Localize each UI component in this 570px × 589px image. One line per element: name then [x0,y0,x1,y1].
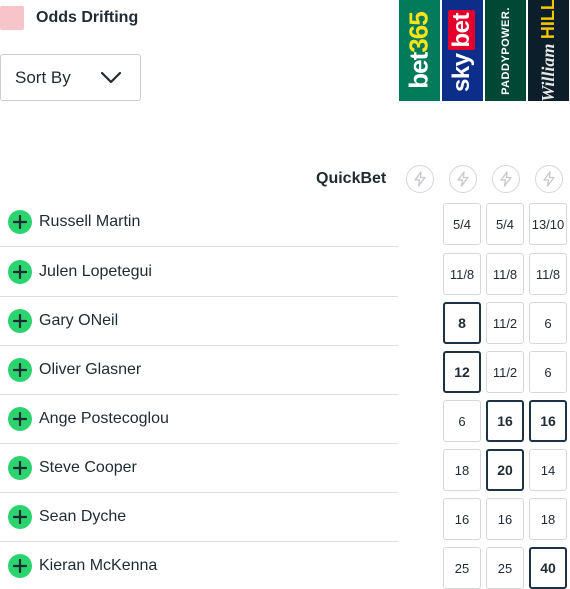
quickbet-toggle-4[interactable] [535,165,563,193]
odds-button[interactable]: 11/8 [486,253,524,295]
add-selection-button[interactable] [8,260,32,284]
add-selection-button[interactable] [8,456,32,480]
odds-button[interactable]: 11/8 [443,253,481,295]
odds-button[interactable]: 6 [443,400,481,442]
odds-button[interactable]: 5/4 [486,203,524,245]
odds-button[interactable]: 16 [486,498,524,540]
odds-drifting-legend: Odds Drifting [0,6,138,30]
plus-icon [13,412,27,426]
skybet-logo-accent: bet [448,9,476,50]
odds-button[interactable]: 6 [529,351,567,393]
add-selection-button[interactable] [8,358,32,382]
runner-name: Ange Postecoglou [39,410,169,427]
plus-icon [13,215,27,229]
runner-row: Julen Lopetegui 11/8 11/8 11/8 [0,248,570,297]
runner-row: Kieran McKenna 25 25 40 [0,542,570,589]
runner-name: Oliver Glasner [39,361,142,378]
odds-button[interactable]: 6 [529,302,567,344]
add-selection-button[interactable] [8,309,32,333]
quickbet-label: QuickBet [316,170,387,187]
odds-button[interactable]: 16 [443,498,481,540]
runner-name: Gary ONeil [39,312,119,329]
skybet-logo[interactable]: skybet [442,0,483,101]
odds-drifting-label: Odds Drifting [36,9,139,26]
bet365-logo-accent: 365 [404,12,435,53]
quickbet-toggle-3[interactable] [492,165,520,193]
runner-row: Steve Cooper 18 20 14 [0,444,570,493]
plus-icon [13,461,27,475]
runner-name: Steve Cooper [39,459,137,476]
runner-name: Kieran McKenna [39,557,158,574]
odds-button[interactable]: 16 [529,400,567,442]
odds-button[interactable]: 20 [486,449,524,491]
quickbet-toggle-1[interactable] [406,165,434,193]
bet365-logo-text: bet365 [404,12,435,88]
odds-button[interactable]: 11/2 [486,302,524,344]
odds-button[interactable]: 25 [486,547,524,589]
odds-button[interactable]: 40 [529,547,567,589]
bet365-logo[interactable]: bet365 [399,0,440,101]
chevron-down-icon [100,71,122,83]
odds-button[interactable]: 11/8 [529,253,567,295]
plus-icon [13,559,27,573]
odds-button[interactable]: 14 [529,449,567,491]
lightning-icon [500,171,512,187]
williamhill-logo-accent: HILL [538,0,558,40]
odds-drifting-swatch [0,6,24,30]
plus-icon [13,363,27,377]
runner-row: Russell Martin 5/4 5/4 13/10 [0,198,570,247]
runner-row: Sean Dyche 16 16 18 [0,493,570,542]
runner-row: Gary ONeil 8 11/2 6 [0,297,570,346]
lightning-icon [414,171,426,187]
odds-button[interactable]: 5/4 [443,203,481,245]
williamhill-logo-text: William HILL [538,0,559,101]
runner-name: Russell Martin [39,213,141,230]
odds-button[interactable]: 18 [443,449,481,491]
odds-button[interactable]: 13/10 [529,203,567,245]
plus-icon [13,265,27,279]
runner-name: Sean Dyche [39,508,127,525]
sort-by-label: Sort By [15,67,71,87]
sort-by-dropdown[interactable]: Sort By [0,54,141,101]
williamhill-logo-main: William [538,43,558,101]
plus-icon [13,314,27,328]
paddypower-logo[interactable]: PADDYPOWER. [485,0,526,101]
paddypower-logo-main: PADDYPOWER. [499,6,512,95]
add-selection-button[interactable] [8,505,32,529]
skybet-logo-text: skybet [448,9,477,92]
add-selection-button[interactable] [8,407,32,431]
runner-row: Ange Postecoglou 6 16 16 [0,395,570,444]
odds-button[interactable]: 25 [443,547,481,589]
add-selection-button[interactable] [8,554,32,578]
runner-name: Julen Lopetegui [39,263,152,280]
odds-button[interactable]: 18 [529,498,567,540]
bookmaker-logos: bet365 skybet PADDYPOWER. William HILL [399,0,569,101]
lightning-icon [457,171,469,187]
odds-button[interactable]: 16 [486,400,524,442]
odds-button[interactable]: 11/2 [486,351,524,393]
paddypower-logo-text: PADDYPOWER. [500,7,512,95]
runner-row: Oliver Glasner 12 11/2 6 [0,346,570,395]
plus-icon [13,510,27,524]
odds-button[interactable]: 12 [443,351,481,393]
skybet-logo-main: sky [448,52,476,92]
lightning-icon [543,171,555,187]
add-selection-button[interactable] [8,210,32,234]
row-divider [0,246,398,247]
williamhill-logo[interactable]: William HILL [528,0,569,101]
bet365-logo-main: bet [404,52,435,89]
odds-button[interactable]: 8 [443,302,481,344]
quickbet-toggle-2[interactable] [449,165,477,193]
